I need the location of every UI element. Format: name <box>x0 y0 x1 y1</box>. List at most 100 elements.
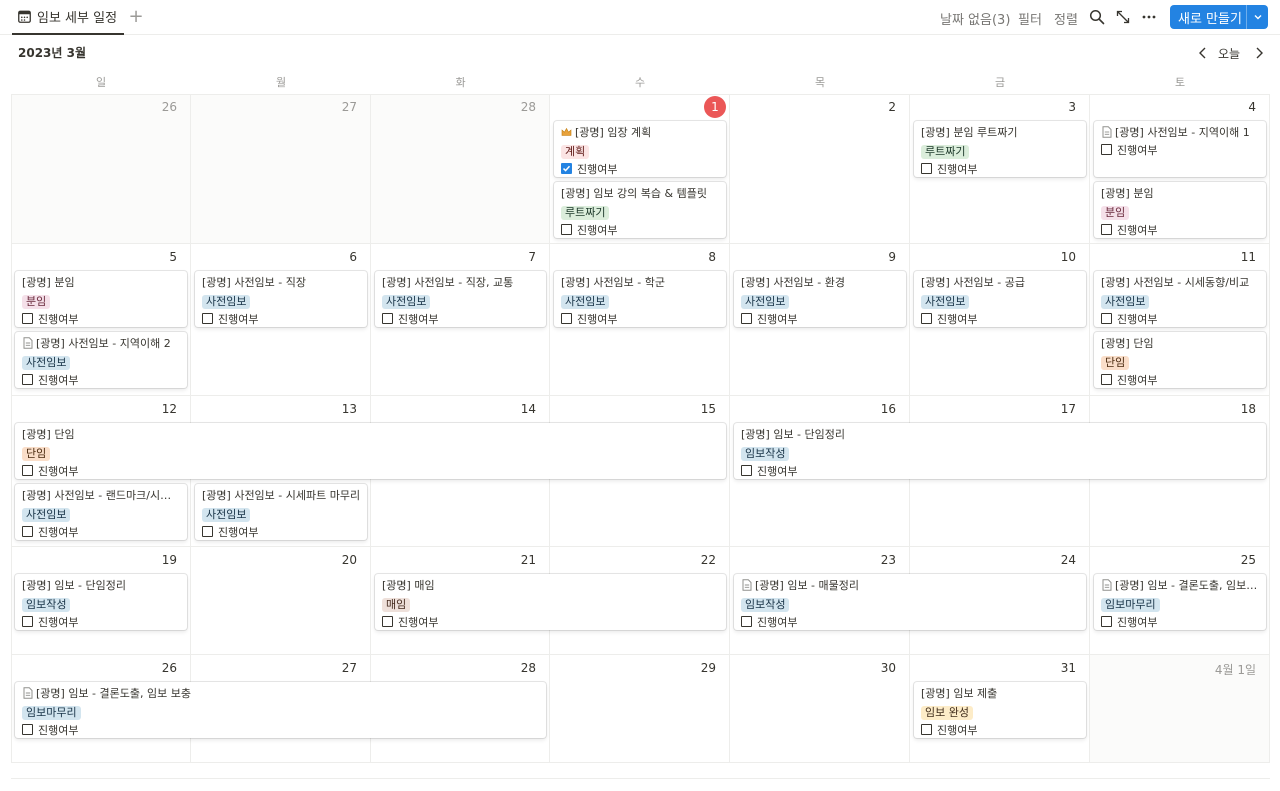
progress-checkbox-row[interactable]: 진행여부 <box>741 613 1080 630</box>
checkbox[interactable] <box>22 374 33 385</box>
status-tag: 사전임보 <box>202 295 251 309</box>
search-icon[interactable] <box>1089 9 1105 25</box>
chevron-left-icon[interactable] <box>1196 45 1210 61</box>
checkbox-label: 진행여부 <box>1117 143 1158 157</box>
event-card[interactable]: [광명] 분임 분임 진행여부 <box>1094 182 1266 238</box>
checkbox[interactable] <box>1101 313 1112 324</box>
progress-checkbox-row[interactable]: 진행여부 <box>561 221 720 238</box>
event-card[interactable]: [광명] 분임 루트짜기 루트짜기 진행여부 <box>914 121 1086 177</box>
checkbox[interactable] <box>561 313 572 324</box>
event-card[interactable]: [광명] 임보 - 결론도출, 임보 보충 임보마무리 진행여부 <box>15 682 546 738</box>
progress-checkbox-row[interactable]: 진행여부 <box>561 310 720 327</box>
progress-checkbox-row[interactable]: 진행여부 <box>741 310 900 327</box>
checkbox[interactable] <box>22 465 33 476</box>
progress-checkbox-row[interactable]: 진행여부 <box>921 160 1080 177</box>
event-title: [광명] 사전임보 - 학군 <box>561 274 720 290</box>
checkbox[interactable] <box>382 313 393 324</box>
progress-checkbox-row[interactable]: 진행여부 <box>22 613 181 630</box>
tab-calendar-view[interactable]: 임보 세부 일정 <box>12 0 124 35</box>
checkbox[interactable] <box>741 465 752 476</box>
event-card[interactable]: [광명] 사전임보 - 환경 사전임보 진행여부 <box>734 271 906 327</box>
event-card[interactable]: [광명] 임보 제출 임보 완성 진행여부 <box>914 682 1086 738</box>
progress-checkbox-row[interactable]: 진행여부 <box>1101 613 1260 630</box>
checkbox[interactable] <box>202 313 213 324</box>
event-card[interactable]: [광명] 임보 강의 복습 & 템플릿 루트짜기 진행여부 <box>554 182 726 238</box>
checkbox[interactable] <box>921 313 932 324</box>
progress-checkbox-row[interactable]: 진행여부 <box>921 721 1080 738</box>
event-card[interactable]: [광명] 단임 단임 진행여부 <box>15 423 726 479</box>
chevron-right-icon[interactable] <box>1252 45 1266 61</box>
checkbox[interactable] <box>382 616 393 627</box>
checkbox[interactable] <box>741 616 752 627</box>
progress-checkbox-row[interactable]: 진행여부 <box>202 310 361 327</box>
event-title-text: [광명] 사전임보 - 시세파트 마무리 <box>202 489 361 502</box>
progress-checkbox-row[interactable]: 진행여부 <box>1101 371 1260 388</box>
checkbox[interactable] <box>921 163 932 174</box>
day-number: 2 <box>888 100 896 114</box>
progress-checkbox-row[interactable]: 진행여부 <box>22 371 181 388</box>
event-card[interactable]: [광명] 단임 단임 진행여부 <box>1094 332 1266 388</box>
event-card[interactable]: [광명] 사전임보 - 지역이해 2 사전임보 진행여부 <box>15 332 187 388</box>
event-card[interactable]: [광명] 임보 - 매물정리 임보작성 진행여부 <box>734 574 1086 630</box>
event-card[interactable]: [광명] 사전임보 - 랜드마크/시세파트 사전임보 진행여부 <box>15 484 187 540</box>
new-button-dropdown[interactable] <box>1246 5 1268 29</box>
event-card[interactable]: [광명] 사전임보 - 시세동향/비교 사전임보 진행여부 <box>1094 271 1266 327</box>
progress-checkbox-row[interactable]: 진행여부 <box>202 523 361 540</box>
progress-checkbox-row[interactable]: 진행여부 <box>382 310 540 327</box>
checkbox[interactable] <box>561 163 572 174</box>
day-number: 22 <box>700 553 716 567</box>
day-cell[interactable] <box>730 94 910 244</box>
event-card[interactable]: [광명] 임보 - 단임정리 임보작성 진행여부 <box>734 423 1266 479</box>
event-card[interactable]: [광명] 사전임보 - 학군 사전임보 진행여부 <box>554 271 726 327</box>
event-card[interactable]: [광명] 분임 분임 진행여부 <box>15 271 187 327</box>
progress-checkbox-row[interactable]: 진행여부 <box>1101 221 1260 238</box>
checkbox[interactable] <box>1101 374 1112 385</box>
page-icon <box>741 579 752 591</box>
progress-checkbox-row[interactable]: 진행여부 <box>22 310 181 327</box>
progress-checkbox-row[interactable]: 진행여부 <box>1101 310 1260 327</box>
checkbox-label: 진행여부 <box>1117 615 1158 629</box>
event-card[interactable]: [광명] 임장 계획 계획 진행여부 <box>554 121 726 177</box>
progress-checkbox-row[interactable]: 진행여부 <box>22 462 720 479</box>
checkbox[interactable] <box>22 616 33 627</box>
no-date-button[interactable]: 날짜 없음(3) <box>940 9 1010 28</box>
new-button[interactable]: 새로 만들기 <box>1170 5 1268 29</box>
progress-checkbox-row[interactable]: 진행여부 <box>22 721 540 738</box>
event-card[interactable]: [광명] 사전임보 - 공급 사전임보 진행여부 <box>914 271 1086 327</box>
checkbox[interactable] <box>22 724 33 735</box>
event-card[interactable]: [광명] 매임 매임 진행여부 <box>375 574 726 630</box>
filter-button[interactable]: 필터 <box>1018 9 1042 28</box>
event-card[interactable]: [광명] 사전임보 - 시세파트 마무리 사전임보 진행여부 <box>195 484 367 540</box>
checkbox[interactable] <box>202 526 213 537</box>
expand-icon[interactable] <box>1115 9 1131 25</box>
checkbox[interactable] <box>741 313 752 324</box>
progress-checkbox-row[interactable]: 진행여부 <box>382 613 720 630</box>
day-cell[interactable] <box>11 94 191 244</box>
checkbox[interactable] <box>22 526 33 537</box>
today-button[interactable]: 오늘 <box>1218 45 1240 62</box>
checkbox[interactable] <box>921 724 932 735</box>
event-tag-row: 단임 <box>1101 351 1260 370</box>
event-card[interactable]: [광명] 사전임보 - 직장, 교통 사전임보 진행여부 <box>375 271 546 327</box>
checkbox[interactable] <box>22 313 33 324</box>
day-cell[interactable] <box>191 94 371 244</box>
checkbox[interactable] <box>1101 144 1112 155</box>
more-icon[interactable] <box>1141 9 1157 25</box>
progress-checkbox-row[interactable]: 진행여부 <box>22 523 181 540</box>
checkbox[interactable] <box>561 224 572 235</box>
add-view-icon[interactable]: + <box>128 7 144 27</box>
sort-button[interactable]: 정렬 <box>1054 9 1078 28</box>
event-card[interactable]: [광명] 사전임보 - 직장 사전임보 진행여부 <box>195 271 367 327</box>
page-icon <box>1101 126 1112 138</box>
progress-checkbox-row[interactable]: 진행여부 <box>1101 141 1260 158</box>
progress-checkbox-row[interactable]: 진행여부 <box>741 462 1260 479</box>
event-card[interactable]: [광명] 임보 - 단임정리 임보작성 진행여부 <box>15 574 187 630</box>
event-tag-row: 임보작성 <box>22 593 181 612</box>
event-card[interactable]: [광명] 임보 - 결론도출, 임보 보충 임보마무리 진행여부 <box>1094 574 1266 630</box>
progress-checkbox-row[interactable]: 진행여부 <box>921 310 1080 327</box>
event-card[interactable]: [광명] 사전임보 - 지역이해 1 진행여부 <box>1094 121 1266 177</box>
day-cell[interactable] <box>371 94 550 244</box>
checkbox[interactable] <box>1101 616 1112 627</box>
checkbox[interactable] <box>1101 224 1112 235</box>
progress-checkbox-row[interactable]: 진행여부 <box>561 160 720 177</box>
